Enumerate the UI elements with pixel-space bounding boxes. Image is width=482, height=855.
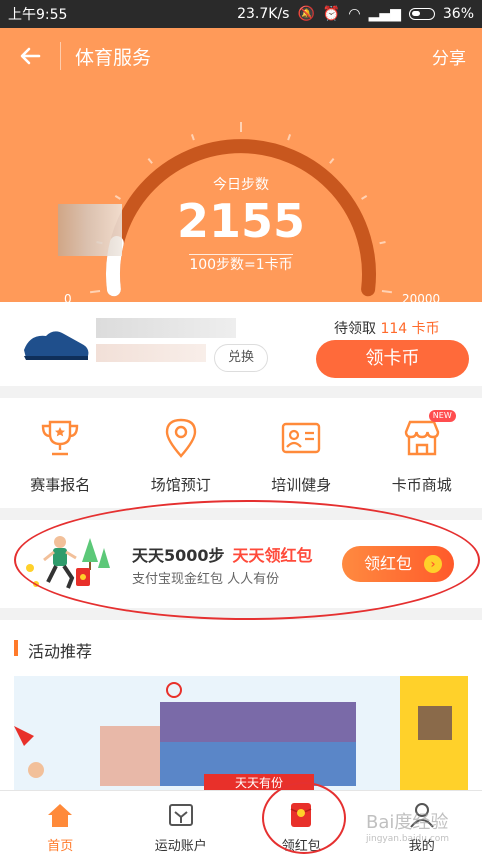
services-grid: 赛事报名 场馆预订 培训健身 NEW 卡币商城	[0, 398, 482, 508]
exchange-rate: 100步数=1卡币	[0, 254, 482, 274]
status-time: 上午9:55	[8, 7, 68, 23]
tab-red-envelope[interactable]: 领红包	[241, 791, 362, 855]
activity-section: 活动推荐 天天有份	[0, 620, 482, 790]
nav-divider	[60, 42, 61, 70]
shoe-icon	[24, 331, 89, 360]
id-card-icon	[282, 422, 321, 454]
service-venue-booking[interactable]: 场馆预订	[121, 398, 242, 508]
shop-icon	[404, 420, 439, 456]
red-envelope-icon	[290, 803, 312, 827]
watermark: Bai度经验	[366, 812, 449, 833]
activity-banner[interactable]: 天天有份	[14, 676, 468, 790]
promo-title-text: 天天5000步	[132, 546, 225, 565]
activity-banner-illustration-icon: 天天有份	[14, 676, 468, 790]
gauge-tick	[381, 290, 393, 294]
status-bar: 上午9:55 23.7K/s 🔕 ⏰ ◠ ▂▄▆ 36%	[0, 0, 482, 28]
promo-subtitle: 支付宝现金红包 人人有份	[132, 572, 280, 587]
service-label: 卡币商城	[391, 476, 452, 494]
mute-icon: 🔕	[297, 6, 315, 22]
back-arrow-icon	[20, 47, 41, 65]
exchange-rate-text: 100步数=1卡币	[189, 254, 293, 273]
signal-icon: ▂▄▆	[368, 6, 401, 22]
gauge-tick	[329, 157, 335, 164]
product-desc-blurred	[96, 344, 206, 362]
alarm-icon: ⏰	[322, 6, 341, 22]
today-steps-label: 今日步数	[213, 177, 269, 193]
wifi-icon: ◠	[348, 6, 361, 22]
header: 体育服务 分享 今日步数 2155 100步数=1卡币 0 20000	[0, 28, 482, 306]
location-pin-icon	[165, 418, 196, 458]
exchange-button[interactable]: 兑换	[214, 344, 268, 372]
tab-label: 运动账户	[154, 839, 207, 854]
activity-title: 活动推荐	[14, 638, 92, 662]
step-gauge: 今日步数 2155 100步数=1卡币 0 20000	[0, 84, 482, 306]
page-title: 体育服务	[75, 46, 152, 69]
red-envelope-promo[interactable]: 天天5000步 天天领红包 支付宝现金红包 人人有份 领红包 ›	[0, 520, 482, 608]
tab-label: 首页	[47, 839, 74, 854]
pending-label: 待领取	[334, 321, 376, 337]
home-icon	[48, 804, 73, 827]
claim-card: 兑换 待领取 114 卡币 领卡币	[0, 302, 482, 386]
chevron-right-icon: ›	[424, 555, 442, 573]
service-training[interactable]: 培训健身	[241, 398, 362, 508]
runner-illustration-icon	[26, 536, 110, 589]
gauge-tick	[147, 157, 153, 164]
tab-sport-account[interactable]: 运动账户	[121, 791, 242, 855]
gauge-tick	[287, 134, 292, 141]
account-icon	[168, 804, 193, 826]
watermark-url: jingyan.baidu.com	[366, 834, 450, 844]
product-name-blurred	[96, 318, 236, 338]
gauge-tick	[89, 290, 101, 294]
battery-icon	[408, 8, 435, 20]
network-speed: 23.7K/s	[237, 6, 290, 22]
gauge-tick	[190, 134, 195, 141]
get-red-envelope-label: 领红包	[364, 554, 413, 573]
back-button[interactable]	[0, 28, 60, 84]
service-label: 赛事报名	[30, 476, 91, 494]
battery-level: 36%	[442, 6, 474, 22]
share-button[interactable]: 分享	[432, 44, 482, 69]
activity-banner-text: 天天有份	[235, 776, 283, 790]
get-red-envelope-button[interactable]: 领红包 ›	[342, 546, 454, 582]
service-label: 场馆预订	[150, 476, 211, 494]
new-badge: NEW	[428, 410, 456, 422]
promo-highlight: 天天领红包	[232, 546, 313, 565]
pending-coins: 待领取 114 卡币	[334, 318, 440, 338]
nav-bar: 体育服务 分享	[0, 28, 482, 84]
promo-title: 天天5000步 天天领红包	[132, 542, 313, 566]
service-coin-mall[interactable]: NEW 卡币商城	[362, 398, 482, 508]
pending-amount: 114 卡币	[380, 321, 440, 337]
tab-home[interactable]: 首页	[0, 791, 121, 855]
trophy-icon	[42, 420, 79, 456]
service-label: 培训健身	[271, 476, 332, 494]
step-count: 2155	[176, 194, 306, 248]
service-event-signup[interactable]: 赛事报名	[0, 398, 121, 508]
tab-label: 领红包	[281, 839, 321, 854]
claim-coins-button[interactable]: 领卡币	[316, 340, 469, 378]
